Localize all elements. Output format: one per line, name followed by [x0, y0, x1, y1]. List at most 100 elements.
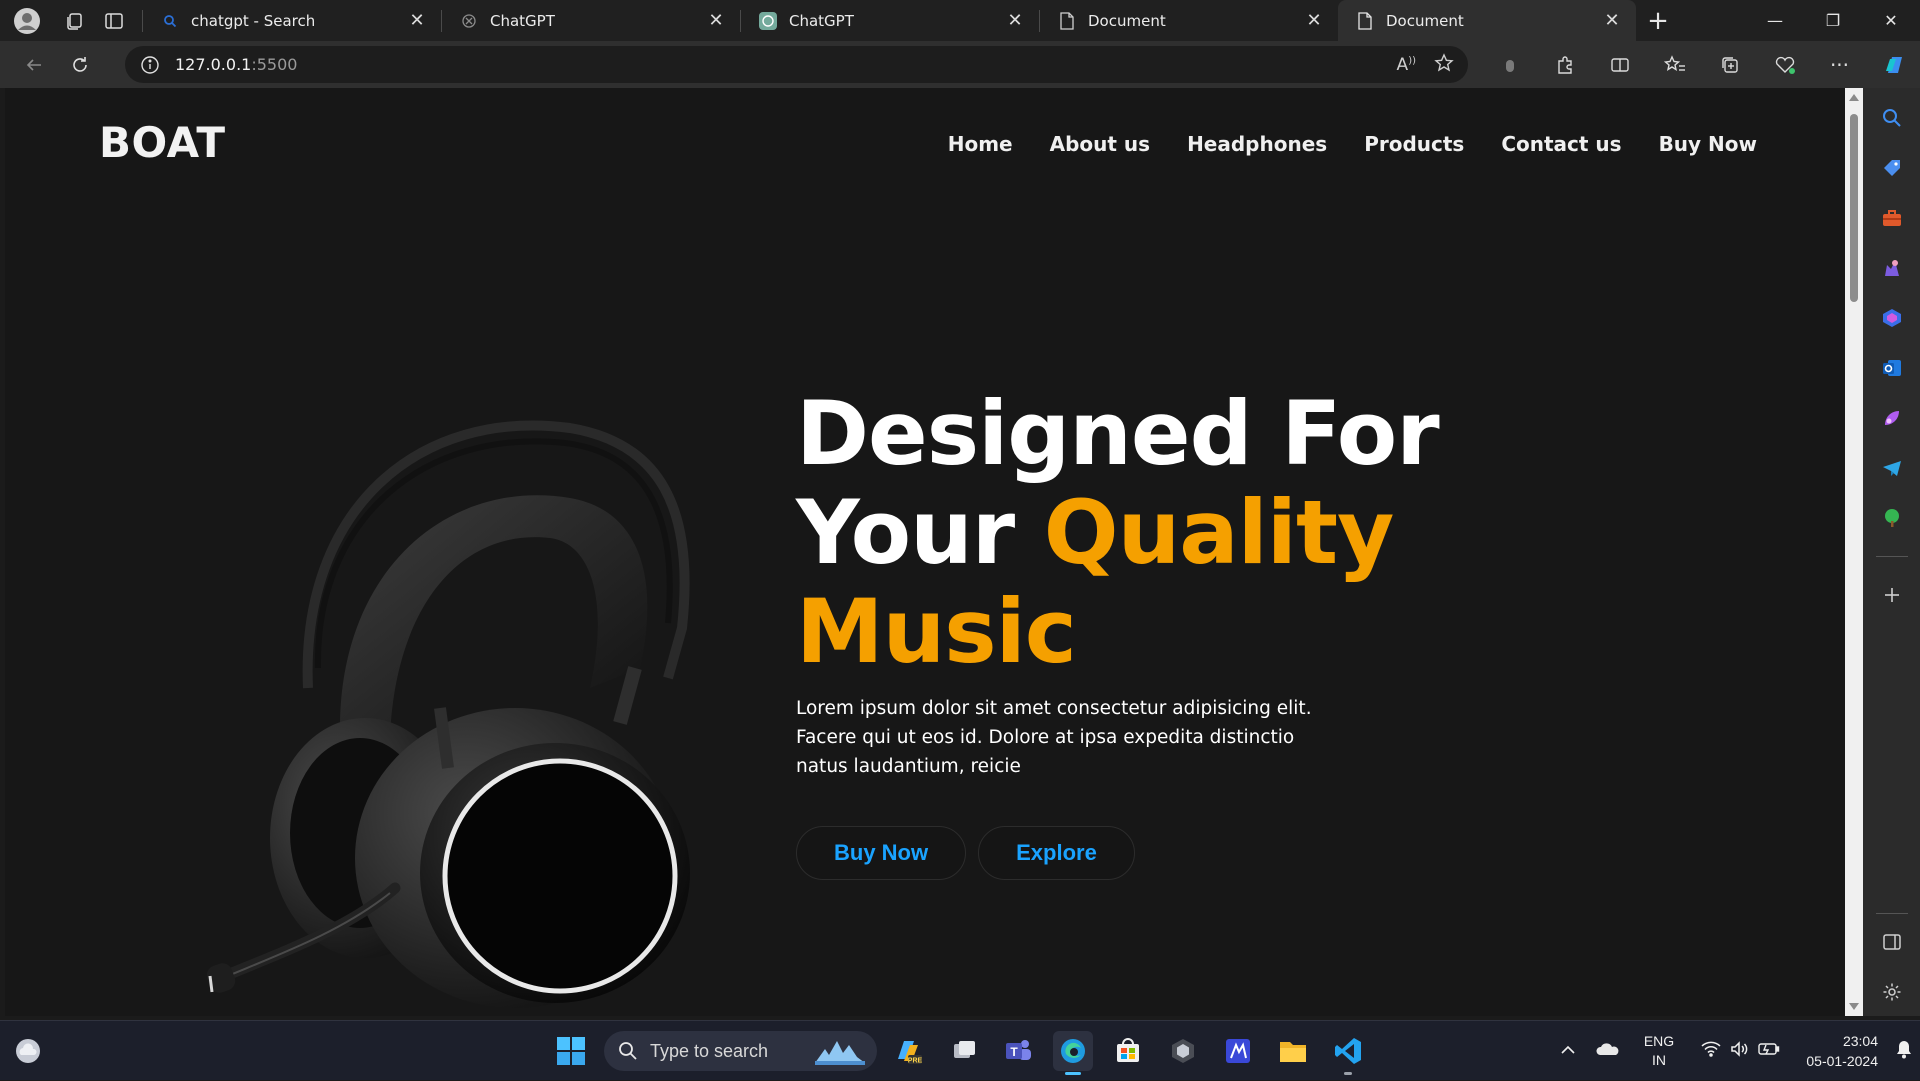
hero-title: Designed For Your Quality Music: [796, 382, 1440, 683]
favorites-icon[interactable]: [1647, 45, 1702, 85]
sidebar-copilot-icon[interactable]: [1872, 298, 1912, 338]
sidebar-add-icon[interactable]: [1872, 575, 1912, 615]
taskbar-search-input[interactable]: Type to search: [604, 1031, 877, 1071]
hero-description-line: Facere qui ut eos id. Dolore at ipsa exp…: [796, 727, 1295, 748]
copilot-taskbar-icon[interactable]: PRE: [888, 1031, 928, 1071]
tab-title: Document: [1386, 11, 1464, 30]
vertical-tabs-icon[interactable]: [94, 0, 134, 41]
close-tab-icon[interactable]: ✕: [1304, 10, 1324, 31]
buy-now-button[interactable]: Buy Now: [796, 826, 967, 880]
performance-icon[interactable]: [1757, 45, 1812, 85]
nav-about-us[interactable]: About us: [1050, 132, 1150, 156]
close-tab-icon[interactable]: ✕: [407, 10, 427, 31]
brand-logo[interactable]: BOAT: [99, 118, 225, 167]
sidebar-search-icon[interactable]: [1872, 98, 1912, 138]
openai-icon: [460, 12, 478, 30]
file-explorer-icon[interactable]: [1273, 1031, 1313, 1071]
sidebar-hide-icon[interactable]: [1872, 922, 1912, 962]
minimize-icon[interactable]: —: [1746, 0, 1804, 41]
page-scrollbar[interactable]: [1845, 88, 1863, 1016]
volume-icon[interactable]: [1726, 1040, 1754, 1062]
language-indicator[interactable]: ENG IN: [1630, 1032, 1688, 1070]
start-icon[interactable]: [551, 1031, 591, 1071]
close-window-icon[interactable]: ✕: [1862, 0, 1920, 41]
sidebar-divider: [1875, 556, 1908, 557]
favorite-star-icon[interactable]: [1434, 52, 1454, 77]
terminal-app-icon[interactable]: [1163, 1031, 1203, 1071]
hero-title-line-1: Designed For: [796, 382, 1440, 485]
close-tab-icon[interactable]: ✕: [1602, 10, 1622, 31]
nav-home[interactable]: Home: [948, 132, 1013, 156]
task-view-icon[interactable]: [944, 1031, 984, 1071]
browser-toolbar: 127.0.0.1:5500 A)) ···: [0, 41, 1920, 88]
clock[interactable]: 23:04 05-01-2024: [1794, 1031, 1878, 1071]
copilot-icon[interactable]: [1867, 45, 1920, 85]
weather-icon[interactable]: [8, 1031, 48, 1071]
windows-taskbar: Type to search PRE T ENG IN 23:04 05-01-…: [0, 1020, 1920, 1080]
sidebar-shopping-icon[interactable]: [1872, 148, 1912, 188]
store-icon[interactable]: [1108, 1031, 1148, 1071]
tab-document-active[interactable]: Document ✕: [1338, 0, 1636, 41]
clock-time: 23:04: [1842, 1033, 1878, 1049]
nav-contact-us[interactable]: Contact us: [1501, 132, 1621, 156]
profile-avatar-icon[interactable]: [0, 0, 54, 41]
system-tray: ENG IN 23:04 05-01-2024: [1550, 1021, 1920, 1081]
svg-text:PRE: PRE: [908, 1058, 923, 1065]
headphones-image: [206, 420, 690, 1008]
close-tab-icon[interactable]: ✕: [706, 10, 726, 31]
workspaces-icon[interactable]: [54, 0, 94, 41]
read-aloud-icon[interactable]: A)): [1397, 55, 1416, 75]
new-tab-button[interactable]: +: [1636, 6, 1680, 36]
tab-chatgpt-search[interactable]: chatgpt - Search ✕: [143, 0, 441, 41]
hero-description-line: Lorem ipsum dolor sit amet consectetur a…: [796, 698, 1312, 719]
sidebar-tools-icon[interactable]: [1872, 198, 1912, 238]
explore-button[interactable]: Explore: [978, 826, 1135, 880]
edge-sidebar: [1863, 88, 1920, 1016]
vscode-icon[interactable]: [1328, 1031, 1368, 1075]
tab-chatgpt-1[interactable]: ChatGPT ✕: [442, 0, 740, 41]
collections-icon[interactable]: [1702, 45, 1757, 85]
edge-taskbar-icon[interactable]: [1053, 1031, 1093, 1075]
more-options-icon[interactable]: ···: [1812, 45, 1867, 85]
teams-icon[interactable]: T: [998, 1031, 1038, 1071]
sidebar-designer-icon[interactable]: [1872, 398, 1912, 438]
scroll-up-icon[interactable]: [1849, 94, 1859, 101]
hero-buttons: Buy Now Explore: [796, 826, 1135, 880]
back-icon[interactable]: [12, 45, 56, 85]
tab-document-1[interactable]: Document ✕: [1040, 0, 1338, 41]
battery-icon[interactable]: [1754, 1042, 1784, 1061]
tracking-icon[interactable]: [1482, 45, 1537, 85]
scroll-down-icon[interactable]: [1849, 1003, 1859, 1010]
hero-description-line: natus laudantium, reicie: [796, 756, 1021, 777]
sidebar-outlook-icon[interactable]: [1872, 348, 1912, 388]
wifi-icon[interactable]: [1696, 1041, 1726, 1062]
onedrive-icon[interactable]: [1586, 1041, 1630, 1062]
extensions-icon[interactable]: [1537, 45, 1592, 85]
hero-title-music: Music: [796, 580, 1077, 683]
scroll-thumb[interactable]: [1850, 114, 1858, 302]
notification-bell-icon[interactable]: [1884, 1039, 1920, 1064]
openai-icon: [759, 11, 777, 30]
close-tab-icon[interactable]: ✕: [1005, 10, 1025, 31]
region-label: IN: [1652, 1052, 1666, 1068]
refresh-icon[interactable]: [58, 45, 102, 85]
sidebar-settings-icon[interactable]: [1872, 972, 1912, 1012]
hero-title-quality: Quality: [1043, 481, 1395, 584]
window-controls: — ❐ ✕: [1746, 0, 1920, 41]
sidebar-divider: [1875, 913, 1908, 914]
restore-icon[interactable]: ❐: [1804, 0, 1862, 41]
tab-chatgpt-2[interactable]: ChatGPT ✕: [741, 0, 1039, 41]
editor-app-icon[interactable]: [1218, 1031, 1258, 1071]
sidebar-telegram-icon[interactable]: [1872, 448, 1912, 488]
site-info-icon[interactable]: [125, 55, 175, 75]
split-screen-icon[interactable]: [1592, 45, 1647, 85]
hero-title-your: Your: [796, 481, 1015, 584]
tab-title: chatgpt - Search: [191, 11, 316, 30]
show-hidden-icons-icon[interactable]: [1550, 1042, 1586, 1060]
nav-buy-now[interactable]: Buy Now: [1659, 132, 1757, 156]
nav-headphones[interactable]: Headphones: [1187, 132, 1327, 156]
sidebar-tree-icon[interactable]: [1872, 498, 1912, 538]
sidebar-games-icon[interactable]: [1872, 248, 1912, 288]
nav-products[interactable]: Products: [1364, 132, 1464, 156]
address-bar[interactable]: 127.0.0.1:5500 A)): [125, 46, 1468, 83]
